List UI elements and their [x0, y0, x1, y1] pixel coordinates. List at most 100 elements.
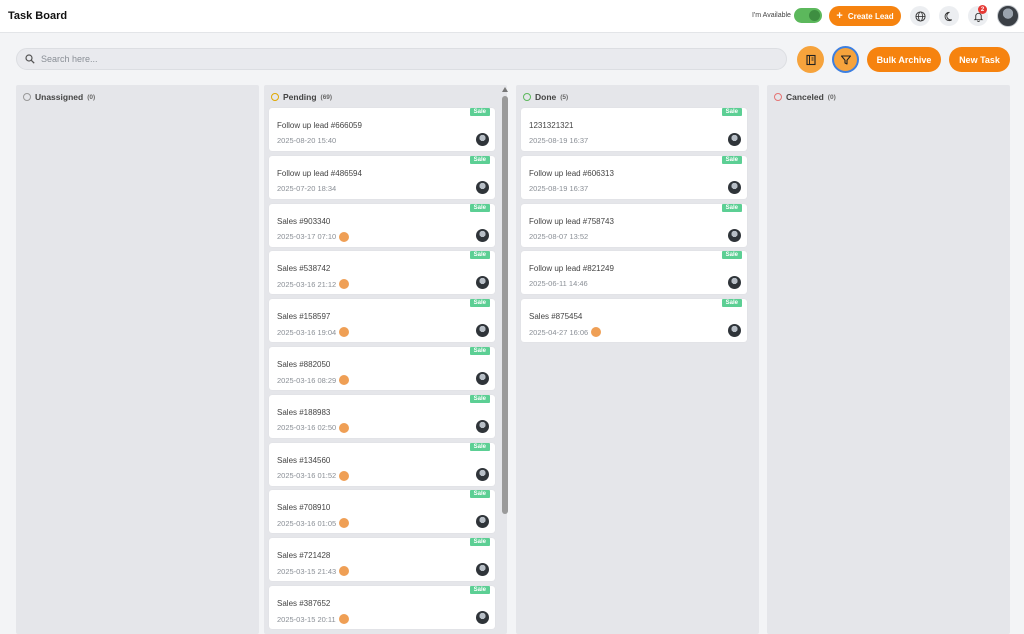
book-icon	[805, 54, 816, 65]
user-avatar[interactable]	[997, 5, 1019, 27]
sale-tag: Sale	[469, 251, 490, 260]
priority-dot-icon	[339, 279, 350, 290]
pending-scrollbar[interactable]	[501, 87, 509, 634]
task-date: 2025-03-15 21:43	[277, 566, 337, 576]
assignee-avatar[interactable]	[476, 419, 489, 433]
priority-dot-icon	[338, 614, 349, 624]
top-bar: Task Board I'm Available + Create Lead 2	[0, 0, 1024, 33]
assignee-avatar[interactable]	[476, 563, 489, 577]
task-title: Sales #188983	[277, 407, 331, 417]
task-card[interactable]: Sale Sales #882050 2025-03-16 08:29	[269, 347, 495, 390]
task-title: Sales #538742	[277, 264, 331, 274]
sale-tag: Sale	[721, 108, 742, 116]
task-card[interactable]: Sale Follow up lead #606313 2025-08-19 16:…	[521, 155, 747, 199]
theme-toggle-button[interactable]	[939, 6, 959, 26]
task-card[interactable]: Sale Follow up lead #486594 2025-07-20 18:…	[269, 155, 495, 199]
priority-dot-icon	[339, 327, 350, 338]
task-title: Follow up lead #486594	[277, 168, 362, 178]
scroll-up-arrow-icon[interactable]	[502, 87, 508, 92]
sale-tag: Sale	[721, 203, 742, 212]
task-date-row: 2025-03-15 21:43	[277, 566, 350, 577]
assignee-avatar[interactable]	[728, 180, 741, 194]
assignee-avatar[interactable]	[476, 324, 489, 338]
task-title: Follow up lead #606313	[529, 168, 614, 178]
task-date-row: 2025-03-17 07:10	[277, 231, 350, 242]
task-card[interactable]: Sale Sales #903340 2025-03-17 07:10	[269, 203, 495, 247]
task-date: 2025-08-20 15:40	[277, 136, 337, 145]
task-card[interactable]: Sale Sales #387652 2025-03-15 20:11	[269, 586, 495, 629]
task-date-row: 2025-06-11 14:46	[529, 279, 588, 288]
priority-dot-icon	[339, 422, 350, 433]
assignee-avatar[interactable]	[476, 467, 489, 481]
assignee-avatar[interactable]	[476, 276, 489, 290]
assignee-avatar[interactable]	[476, 372, 489, 385]
task-date: 2025-03-16 01:52	[277, 471, 337, 481]
assignee-avatar[interactable]	[476, 228, 489, 242]
sale-tag: Sale	[469, 394, 490, 403]
scroll-thumb[interactable]	[502, 96, 508, 514]
assignee-avatar[interactable]	[728, 133, 741, 146]
task-date-row: 2025-03-15 20:11	[277, 614, 349, 624]
availability-toggle[interactable]	[794, 8, 822, 23]
task-card[interactable]: Sale Sales #721428 2025-03-15 21:43	[269, 538, 495, 582]
assignee-avatar[interactable]	[728, 324, 741, 338]
column-done: Done (5) Sale 1231321321 2025-08-19 16:37 S…	[516, 85, 759, 634]
assignee-avatar[interactable]	[476, 611, 489, 624]
task-card[interactable]: Sale Sales #134560 2025-03-16 01:52	[269, 442, 495, 486]
assignee-avatar[interactable]	[476, 180, 489, 194]
task-title: Sales #721428	[277, 551, 331, 561]
assignee-avatar[interactable]	[728, 228, 741, 242]
assignee-avatar[interactable]	[728, 276, 741, 290]
language-button[interactable]	[910, 6, 930, 26]
task-date: 2025-08-07 13:52	[529, 231, 589, 241]
task-card[interactable]: Sale Sales #158597 2025-03-16 19:04	[269, 299, 495, 343]
task-title: Sales #387652	[277, 599, 331, 608]
task-date-row: 2025-03-16 08:29	[277, 375, 350, 385]
task-title: Sales #708910	[277, 503, 331, 513]
task-date-row: 2025-04-27 16:06	[529, 327, 602, 338]
column-header: Canceled (0)	[774, 92, 836, 102]
assignee-avatar[interactable]	[476, 515, 489, 529]
new-task-button[interactable]: New Task	[949, 47, 1010, 72]
task-date: 2025-03-16 08:29	[277, 375, 337, 385]
task-card[interactable]: Sale Follow up lead #666059 2025-08-20 15:…	[269, 108, 495, 151]
task-card[interactable]: Sale Sales #708910 2025-03-16 01:05	[269, 490, 495, 534]
task-date-row: 2025-08-20 15:40	[277, 136, 336, 145]
task-title: 1231321321	[529, 121, 574, 130]
priority-dot-icon	[339, 231, 350, 242]
column-title: Canceled	[786, 92, 824, 102]
create-lead-label: Create Lead	[847, 11, 894, 21]
task-card[interactable]: Sale Sales #538742 2025-03-16 21:12	[269, 251, 495, 295]
column-title: Pending	[283, 92, 317, 102]
status-ring-icon	[774, 93, 782, 101]
book-button[interactable]	[797, 46, 824, 73]
assignee-avatar[interactable]	[476, 133, 489, 146]
task-date: 2025-03-15 20:11	[277, 614, 336, 624]
column-title: Unassigned	[35, 92, 84, 102]
column-count: (69)	[320, 93, 333, 101]
task-date-row: 2025-03-16 01:05	[277, 518, 350, 529]
task-card[interactable]: Sale Follow up lead #758743 2025-08-07 13:…	[521, 203, 747, 247]
task-card[interactable]: Sale Sales #188983 2025-03-16 02:50	[269, 394, 495, 438]
create-lead-button[interactable]: + Create Lead	[829, 6, 901, 26]
task-card[interactable]: Sale 1231321321 2025-08-19 16:37	[521, 108, 747, 151]
sale-tag: Sale	[469, 155, 490, 164]
column-pending: Pending (69) Sale Follow up lead #666059 2…	[264, 85, 507, 634]
task-date-row: 2025-03-16 02:50	[277, 422, 350, 433]
column-header: Unassigned (0)	[23, 92, 95, 102]
page-title: Task Board	[8, 10, 68, 22]
task-date: 2025-08-19 16:37	[529, 136, 589, 145]
task-date: 2025-06-11 14:46	[529, 279, 588, 289]
sale-tag: Sale	[469, 442, 490, 451]
task-card[interactable]: Sale Sales #875454 2025-04-27 16:06	[521, 299, 747, 343]
task-title: Sales #158597	[277, 312, 331, 322]
task-card[interactable]: Sale Follow up lead #821249 2025-06-11 14:…	[521, 251, 747, 295]
sale-tag: Sale	[469, 538, 490, 547]
task-date: 2025-07-20 18:34	[277, 183, 337, 193]
bulk-archive-button[interactable]: Bulk Archive	[867, 47, 941, 72]
column-title: Done	[535, 92, 557, 102]
sale-tag: Sale	[469, 203, 490, 212]
sale-tag: Sale	[721, 251, 742, 260]
search-input[interactable]	[41, 54, 741, 64]
filter-button[interactable]	[832, 46, 859, 73]
